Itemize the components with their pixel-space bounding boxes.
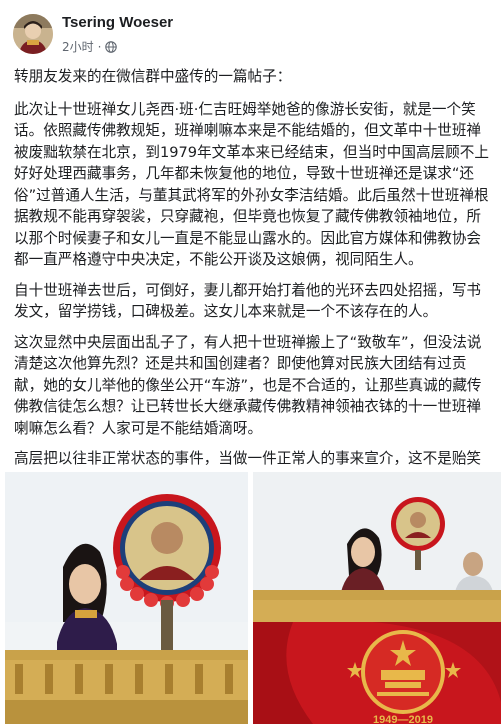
post-intro: 转朋友发来的在微信群中盛传的一篇帖子： [14, 68, 292, 85]
photo-right[interactable]: 1949—2019 [253, 472, 501, 724]
post-timestamp[interactable]: 2小时 [62, 38, 94, 55]
globe-icon [105, 40, 118, 53]
author-name[interactable]: Tsering Woeser [62, 14, 173, 31]
photo-left[interactable] [5, 472, 248, 724]
photo-grid: 1949—2019 [0, 472, 501, 724]
post-meta: 2小时 · [62, 38, 118, 55]
post-paragraph: 自十世班禅去世后，可倒好，妻儿都开始打着他的光环去四处招摇，写书发文，留学捞钱，… [14, 281, 482, 321]
separator-dot: · [97, 39, 102, 54]
post-paragraph: 此次让十世班禅女儿尧西·班·仁吉旺姆举她爸的像游长安街，就是一个笑话。依照藏传佛… [14, 100, 489, 269]
post-paragraph: 这次显然中央层面出乱子了，有人把十世班禅搬上了“致敬车”，但没法说清楚这次他算先… [14, 333, 482, 437]
banner-years: 1949—2019 [373, 714, 433, 724]
avatar[interactable] [13, 14, 53, 54]
post-header: Tsering Woeser 2小时 · [0, 0, 501, 62]
post-body: 转朋友发来的在微信群中盛传的一篇帖子： 此次让十世班禅女儿尧西·班·仁吉旺姆举她… [14, 66, 490, 500]
